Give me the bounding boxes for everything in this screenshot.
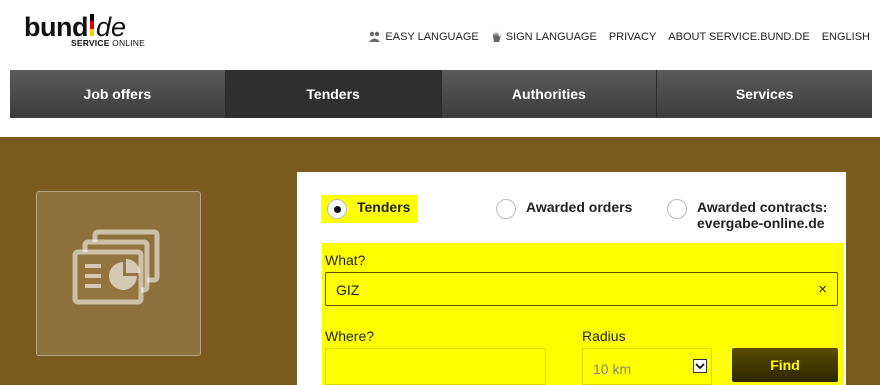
logo-subtitle: SERVICE ONLINE [71,38,145,48]
about-link[interactable]: ABOUT SERVICE.BUND.DE [668,30,809,43]
what-label: What? [325,252,366,268]
what-input[interactable]: GIZ × [325,272,838,306]
privacy-link[interactable]: PRIVACY [609,30,656,43]
logo-flag [90,14,94,36]
where-label: Where? [325,328,375,344]
tenders-illustration [36,191,201,356]
presentation-chart-icon [72,229,160,305]
radio-awarded-contracts[interactable]: Awarded contracts: evergabe-online.de [667,199,837,231]
radio-circle [667,199,687,219]
where-input[interactable] [325,348,546,385]
radio-circle [327,199,347,219]
radio-circle [496,199,516,219]
tab-authorities[interactable]: Authorities [441,70,658,118]
bund-de-logo[interactable]: bund de SERVICE ONLINE [24,8,164,52]
radius-select[interactable]: 10 km [582,348,712,385]
sign-language-icon [492,31,501,42]
radius-label: Radius [582,328,626,344]
tab-services[interactable]: Services [657,70,872,118]
chevron-down-icon[interactable] [693,359,707,373]
sign-language-link[interactable]: SIGN LANGUAGE [491,30,597,43]
clear-icon[interactable]: × [818,281,827,298]
meta-links: EASY LANGUAGE SIGN LANGUAGE PRIVACY ABOU… [356,30,870,43]
find-button[interactable]: Find [732,348,838,382]
radio-tenders[interactable]: Tenders [321,195,419,223]
tab-tenders[interactable]: Tenders [225,70,442,118]
easy-language-icon [369,31,381,42]
english-link[interactable]: ENGLISH [822,30,870,43]
tab-job-offers[interactable]: Job offers [10,70,226,118]
radio-awarded-orders[interactable]: Awarded orders [496,199,632,219]
main-nav: Job offers Tenders Authorities Services [10,70,872,118]
header: bund de SERVICE ONLINE EASY LANGUAGE SIG… [0,0,880,70]
easy-language-link[interactable]: EASY LANGUAGE [368,30,479,43]
